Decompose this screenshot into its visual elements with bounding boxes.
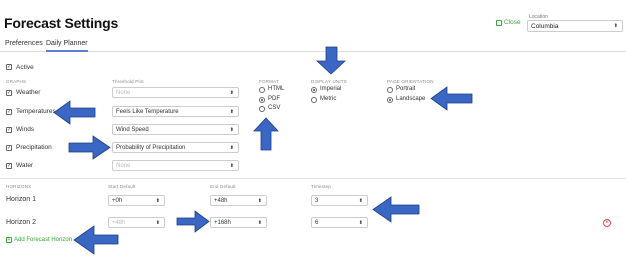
blue-arrow-icon: [315, 46, 347, 75]
blue-arrow-icon: [68, 135, 111, 160]
blue-arrow-icon: [430, 86, 473, 111]
blue-arrow-icon: [176, 210, 210, 233]
blue-arrow-icon: [253, 117, 279, 151]
blue-arrow-icon: [53, 100, 96, 125]
annotation-overlay: [53, 46, 473, 255]
blue-arrow-icon: [372, 196, 420, 223]
blue-arrow-icon: [73, 225, 119, 255]
